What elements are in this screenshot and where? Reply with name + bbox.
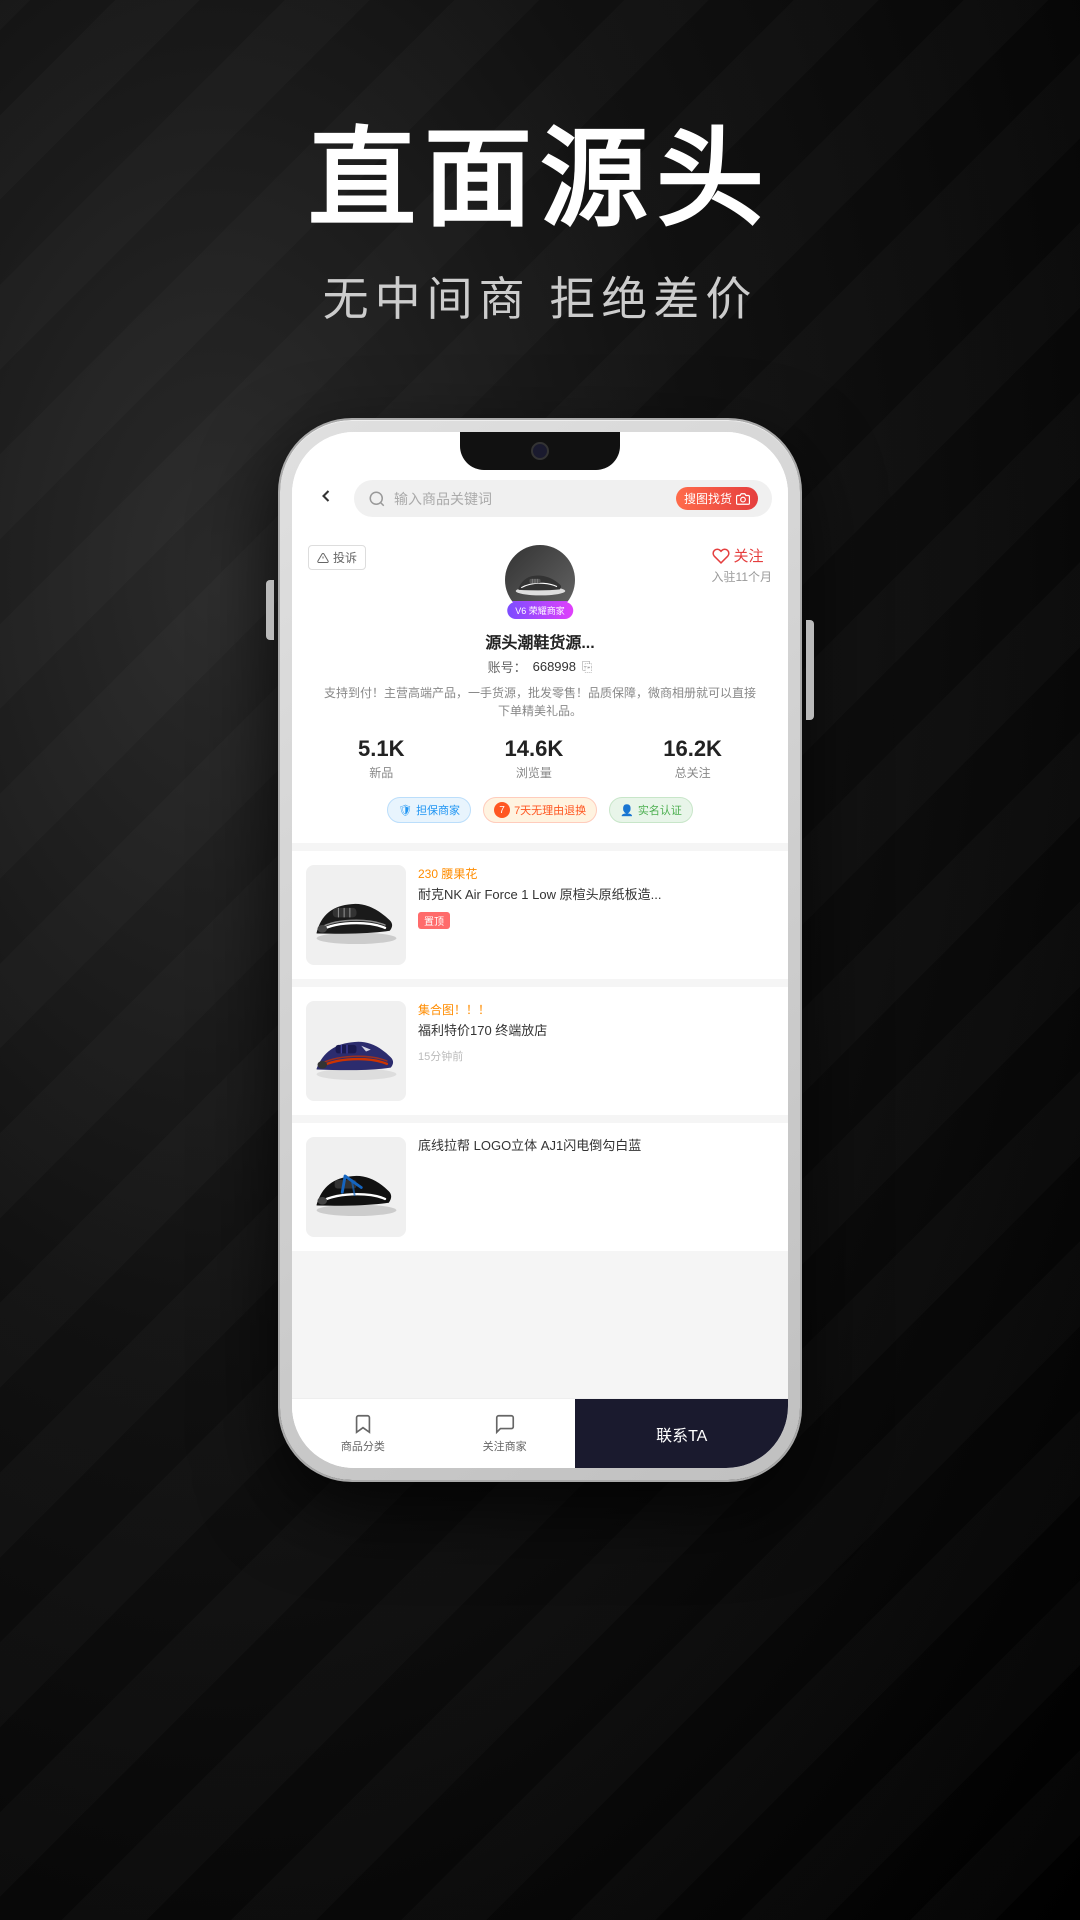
stat-item-views: 14.6K 浏览量 — [505, 736, 564, 781]
badge-guaranteed-label: 担保商家 — [416, 802, 460, 818]
product-meta-1: 置顶 — [418, 912, 774, 929]
store-id-label: 账号： — [488, 657, 527, 676]
nav-contact-button[interactable]: 联系TA — [575, 1399, 788, 1468]
product-info-1: 230 腰果花 耐克NK Air Force 1 Low 原楦头原纸板造... … — [418, 865, 774, 929]
back-button[interactable] — [308, 482, 344, 516]
camera-search-label: 搜图找货 — [684, 490, 732, 507]
store-description: 支持到付！主营高端产品，一手货源，批发零售！品质保障，微商相册就可以直接下单精美… — [324, 684, 756, 720]
category-icon — [352, 1413, 374, 1435]
camera-icon — [736, 492, 750, 506]
stat-label-views: 浏览量 — [505, 764, 564, 781]
store-stats: 5.1K 新品 14.6K 浏览量 16.2K 总关注 — [308, 736, 772, 781]
product-info-2: 集合图！！！ 福利特价170 终端放店 15分钟前 — [418, 1001, 774, 1064]
app-screen: 输入商品关键词 搜图找货 — [292, 432, 788, 1468]
store-id-row: 账号： 668998 ⎘ — [308, 657, 772, 676]
store-profile: 投诉 关注 入驻11个月 — [292, 529, 788, 843]
stat-label-newproduct: 新品 — [358, 764, 404, 781]
stat-item-newproduct: 5.1K 新品 — [358, 736, 404, 781]
phone-notch — [460, 432, 620, 470]
product-shoe-icon-3 — [309, 1155, 404, 1220]
phone-mockup: 输入商品关键词 搜图找货 — [280, 420, 800, 1480]
store-badge: V6 荣耀商家 — [507, 602, 573, 619]
search-icon — [368, 490, 386, 508]
badge-num: 7 — [494, 802, 510, 818]
badge-guaranteed: 🛡 担保商家 — [387, 797, 471, 823]
stat-item-followers: 16.2K 总关注 — [663, 736, 722, 781]
hero-title: 直面源头 — [0, 120, 1080, 239]
search-placeholder: 输入商品关键词 — [394, 489, 668, 509]
product-thumb-2 — [306, 1001, 406, 1101]
product-thumb-1 — [306, 865, 406, 965]
product-item[interactable]: 230 腰果花 耐克NK Air Force 1 Low 原楦头原纸板造... … — [292, 851, 788, 979]
phone-outer: 输入商品关键词 搜图找货 — [280, 420, 800, 1480]
product-shoe-icon-2 — [309, 1019, 404, 1084]
product-item-2[interactable]: 集合图！！！ 福利特价170 终端放店 15分钟前 — [292, 987, 788, 1115]
badge-verified-label: 实名认证 — [638, 802, 682, 818]
product-title-2: 福利特价170 终端放店 — [418, 1022, 774, 1040]
copy-icon[interactable]: ⎘ — [582, 659, 592, 675]
badge-verified: 👤 实名认证 — [609, 797, 693, 823]
stat-num-newproduct: 5.1K — [358, 736, 404, 762]
badge-return: 7 7天无理由退换 — [483, 797, 597, 823]
hero-subtitle: 无中间商 拒绝差价 — [0, 263, 1080, 329]
store-badge-label: V6 荣耀商家 — [515, 606, 565, 616]
bottom-nav: 商品分类 关注商家 联系TA — [292, 1398, 788, 1468]
product-item-3[interactable]: 底线拉帮 LOGO立体 AJ1闪电倒勾白蓝 — [292, 1123, 788, 1251]
follow-nav-icon — [494, 1413, 516, 1435]
nav-contact-label: 联系TA — [656, 1422, 707, 1446]
store-id-value: 668998 — [533, 659, 576, 674]
avatar-shoe-icon — [513, 560, 568, 600]
badge-return-label: 7天无理由退换 — [514, 802, 586, 818]
nav-follow-label: 关注商家 — [483, 1438, 527, 1454]
store-avatar-wrap: V6 荣耀商家 — [308, 545, 772, 615]
product-list: 230 腰果花 耐克NK Air Force 1 Low 原楦头原纸板造... … — [292, 851, 788, 1251]
hero-section: 直面源头 无中间商 拒绝差价 — [0, 120, 1080, 329]
phone-inner: 输入商品关键词 搜图找货 — [292, 432, 788, 1468]
product-thumb-3 — [306, 1137, 406, 1237]
product-shoe-icon-1 — [309, 883, 404, 948]
nav-category-label: 商品分类 — [341, 1438, 385, 1454]
nav-item-category[interactable]: 商品分类 — [292, 1399, 434, 1468]
stat-num-followers: 16.2K — [663, 736, 722, 762]
product-tag-1: 230 腰果花 — [418, 865, 774, 882]
camera-search-button[interactable]: 搜图找货 — [676, 487, 758, 510]
store-name: 源头潮鞋货源... — [308, 629, 772, 653]
pinned-tag: 置顶 — [418, 912, 450, 929]
store-badges: 🛡 担保商家 7 7天无理由退换 👤 实名认证 — [308, 797, 772, 823]
search-input-area[interactable]: 输入商品关键词 搜图找货 — [354, 480, 772, 517]
product-title-3: 底线拉帮 LOGO立体 AJ1闪电倒勾白蓝 — [418, 1137, 774, 1155]
stat-label-followers: 总关注 — [663, 764, 722, 781]
shield-icon: 🛡 — [398, 804, 412, 817]
stat-num-views: 14.6K — [505, 736, 564, 762]
verified-icon: 👤 — [620, 804, 634, 817]
product-meta-2: 15分钟前 — [418, 1048, 774, 1064]
nav-item-follow[interactable]: 关注商家 — [434, 1399, 576, 1468]
product-info-3: 底线拉帮 LOGO立体 AJ1闪电倒勾白蓝 — [418, 1137, 774, 1155]
product-tag-2: 集合图！！！ — [418, 1001, 774, 1018]
product-title-1: 耐克NK Air Force 1 Low 原楦头原纸板造... — [418, 886, 774, 904]
